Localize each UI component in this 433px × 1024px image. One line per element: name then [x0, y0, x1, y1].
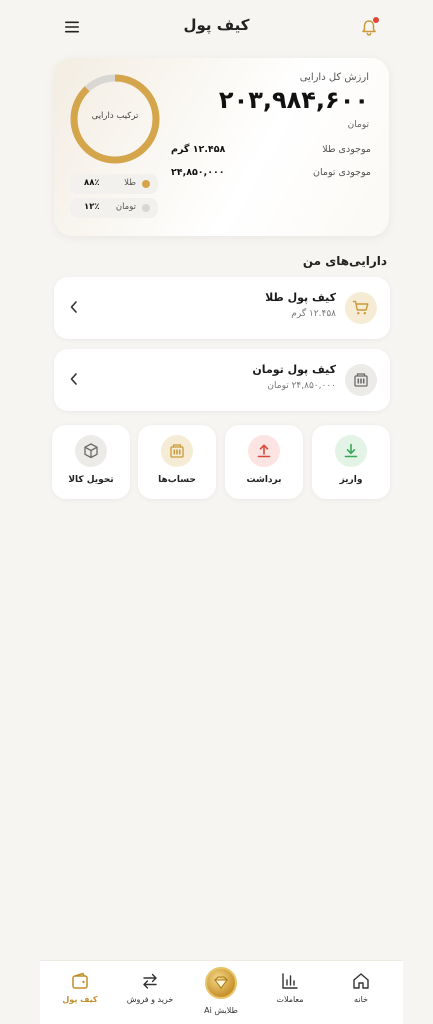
- nav-home[interactable]: خانه: [325, 961, 397, 1024]
- gold-balance-value: ۱۲.۴۵۸ گرم: [171, 144, 226, 155]
- legend-item-toman: تومان ۱۲٪: [70, 198, 158, 218]
- cart-icon: [345, 292, 377, 324]
- swap-arrows-icon: [143, 973, 157, 989]
- legend-value: ۱۲٪: [84, 202, 100, 212]
- package-icon: [75, 435, 107, 467]
- donut-center-label: ترکیب دارایی: [91, 111, 139, 121]
- chevron-left-icon: [70, 373, 77, 385]
- action-label: واریز: [339, 475, 363, 485]
- toman-balance-label: موجودی تومان: [313, 167, 371, 178]
- gold-balance-row: موجودی طلا ۱۲.۴۵۸ گرم: [171, 144, 371, 160]
- legend-dot-gold: [142, 180, 150, 188]
- nav-wallet[interactable]: کیف پول: [44, 961, 116, 1024]
- my-assets-title: دارایی‌های من: [302, 254, 387, 268]
- nav-ai[interactable]: طلایش Ai: [185, 961, 257, 1024]
- legend-item-gold: طلا ۸۸٪: [70, 174, 158, 194]
- nav-label: معاملات: [276, 995, 304, 1004]
- wallet-icon: [72, 972, 88, 989]
- home-icon: [353, 973, 369, 989]
- bank-icon: [345, 364, 377, 396]
- withdraw-button[interactable]: برداشت: [225, 425, 303, 499]
- action-label: تحویل کالا: [68, 475, 114, 485]
- chevron-left-icon: [70, 301, 77, 313]
- accounts-icon: [161, 435, 193, 467]
- wallet-subtitle: ۲۴,۸۵۰,۰۰۰ تومان: [267, 381, 336, 391]
- toman-balance-value: ۲۴,۸۵۰,۰۰۰: [171, 167, 225, 178]
- bottom-navigation: خانه معاملات طلایش Ai خرید و فروش کیف پو…: [40, 960, 403, 1024]
- action-label: برداشت: [246, 475, 282, 485]
- bar-chart-icon: [282, 973, 298, 989]
- nav-trade[interactable]: خرید و فروش: [114, 961, 186, 1024]
- delivery-button[interactable]: تحویل کالا: [52, 425, 130, 499]
- wallet-page: کیف پول ارزش کل دارایی ۲۰۳,۹۸۴,۶۰۰ تومان…: [0, 0, 433, 1024]
- nav-label: خرید و فروش: [126, 995, 174, 1004]
- legend-value: ۸۸٪: [84, 178, 100, 188]
- asset-summary-card: ارزش کل دارایی ۲۰۳,۹۸۴,۶۰۰ تومان موجودی …: [54, 58, 389, 236]
- ai-logo-icon: [205, 967, 237, 999]
- total-asset-label: ارزش کل دارایی: [299, 72, 369, 83]
- action-label: حساب‌ها: [158, 475, 196, 485]
- menu-icon[interactable]: [64, 19, 80, 35]
- gold-balance-label: موجودی طلا: [322, 144, 371, 155]
- total-asset-unit: تومان: [347, 120, 369, 130]
- nav-label: طلایش Ai: [204, 1006, 238, 1015]
- nav-transactions[interactable]: معاملات: [254, 961, 326, 1024]
- wallet-title: کیف پول طلا: [265, 291, 336, 304]
- nav-label: کیف پول: [62, 995, 98, 1004]
- deposit-button[interactable]: واریز: [312, 425, 390, 499]
- nav-label: خانه: [354, 995, 368, 1004]
- wallet-subtitle: ۱۲.۴۵۸ گرم: [291, 309, 336, 319]
- legend-dot-toman: [142, 204, 150, 212]
- wallet-title: کیف پول تومان: [252, 363, 336, 376]
- accounts-button[interactable]: حساب‌ها: [138, 425, 216, 499]
- header: کیف پول: [0, 0, 433, 56]
- toman-wallet-card[interactable]: کیف پول تومان ۲۴,۸۵۰,۰۰۰ تومان: [54, 349, 390, 411]
- deposit-icon: [335, 435, 367, 467]
- gold-wallet-card[interactable]: کیف پول طلا ۱۲.۴۵۸ گرم: [54, 277, 390, 339]
- total-asset-value: ۲۰۳,۹۸۴,۶۰۰: [218, 86, 369, 114]
- toman-balance-row: موجودی تومان ۲۴,۸۵۰,۰۰۰: [171, 167, 371, 183]
- legend-name: طلا: [124, 178, 136, 188]
- withdraw-icon: [248, 435, 280, 467]
- legend-name: تومان: [115, 202, 136, 212]
